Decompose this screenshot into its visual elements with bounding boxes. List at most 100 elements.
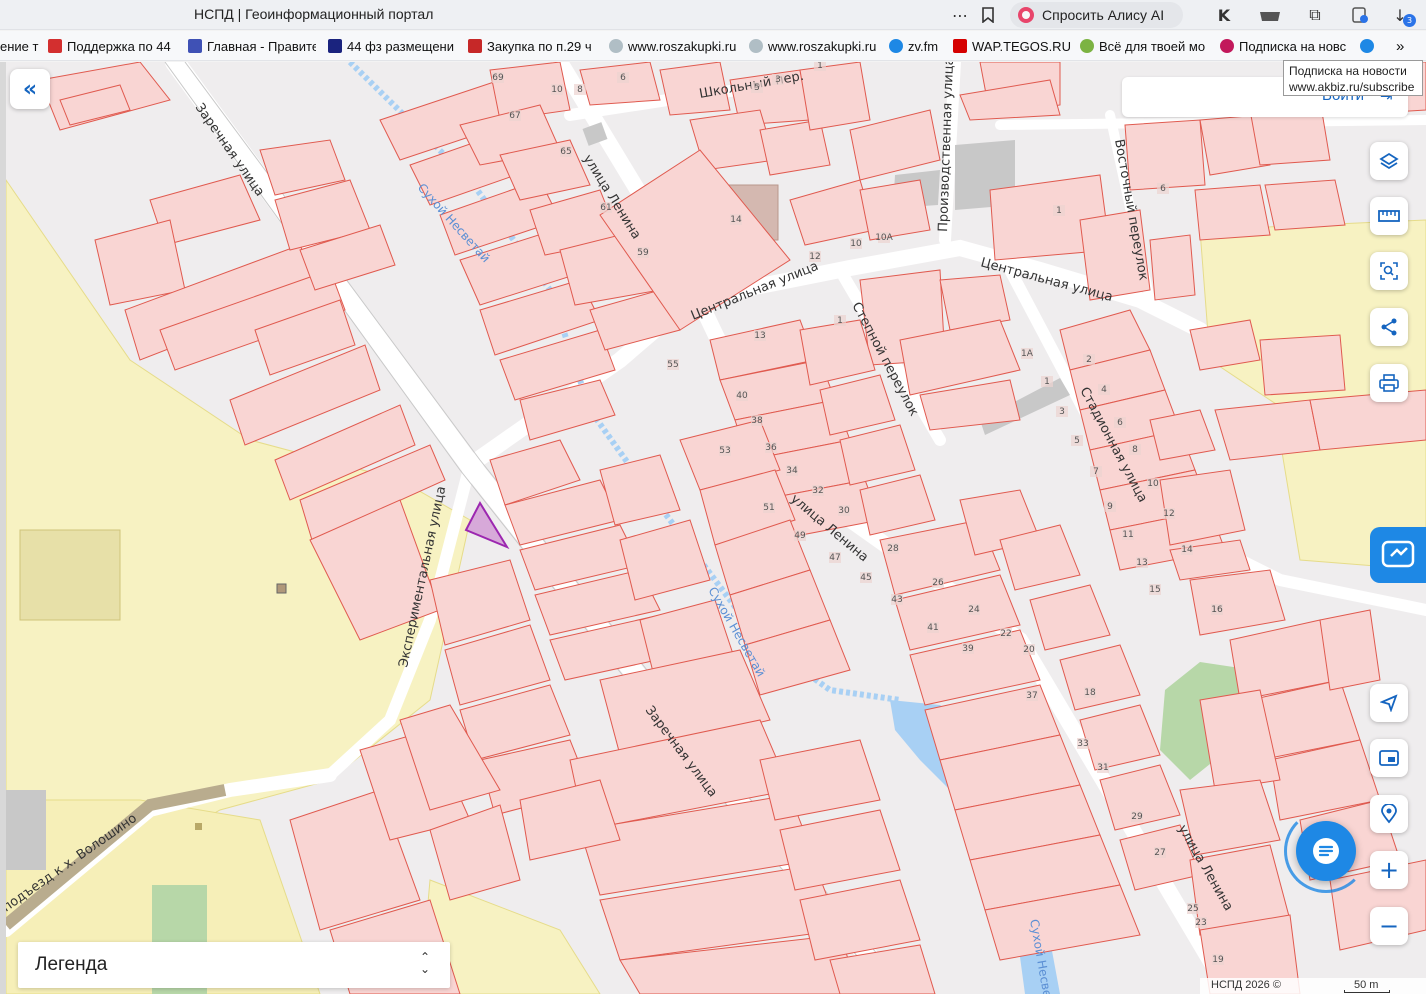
expand-chevron-icon[interactable]: ⌃ ⌄	[420, 951, 430, 975]
house-number: 53	[719, 446, 730, 456]
more-icon[interactable]: ⋯	[950, 4, 970, 26]
parcel[interactable]	[1319, 609, 1381, 691]
house-number: 1	[1056, 206, 1062, 216]
point-marker	[276, 583, 287, 594]
bookmark-item[interactable]	[1360, 36, 1380, 56]
house-number: 26	[932, 578, 944, 588]
share-button[interactable]	[1370, 308, 1408, 346]
ask-alice-label: Спросить Алису AI	[1042, 7, 1165, 23]
parcel[interactable]	[579, 62, 661, 106]
point-marker	[195, 823, 202, 830]
house-number: 31	[1097, 763, 1108, 773]
house-number: 29	[1131, 812, 1143, 822]
bookmark-item[interactable]: ение т	[0, 36, 40, 56]
bookmark-favicon	[468, 39, 482, 53]
feedback-tab[interactable]	[1370, 527, 1426, 583]
parcel[interactable]	[1194, 184, 1271, 241]
extension-icon[interactable]: ⧉	[1303, 4, 1327, 26]
house-number: 41	[927, 623, 938, 633]
hat-icon[interactable]	[1258, 4, 1282, 26]
house-number: 59	[637, 248, 649, 258]
house-number: 8	[577, 85, 583, 95]
navigation-arrow-icon	[1380, 694, 1398, 712]
bookmark-icon[interactable]	[978, 4, 998, 26]
house-number: 67	[509, 111, 520, 121]
house-number: 55	[667, 360, 678, 370]
geolocation-button[interactable]	[1370, 684, 1408, 722]
kinopoisk-icon[interactable]: K	[1212, 4, 1236, 26]
house-number: 14	[730, 215, 742, 225]
parcel[interactable]	[1264, 179, 1346, 231]
bookmark-favicon	[953, 39, 967, 53]
parcel[interactable]	[799, 62, 871, 131]
bookmark-item[interactable]: Главная - Правите	[188, 36, 316, 56]
map-svg[interactable]: Заречная улица Школьный пер. Производств…	[6, 62, 1426, 994]
alice-icon	[1018, 7, 1034, 23]
house-number: 10	[850, 239, 862, 249]
area-search-button[interactable]	[1370, 252, 1408, 290]
bookmark-item[interactable]: WAP.TEGOS.RU	[953, 36, 1073, 56]
legend-panel[interactable]: Легенда ⌃ ⌄	[18, 942, 450, 988]
bookmark-item[interactable]: www.roszakupki.ru	[609, 36, 737, 56]
parcel[interactable]	[1149, 234, 1196, 301]
house-number: 4	[1101, 385, 1107, 395]
bookmarks-overflow-icon[interactable]: »	[1396, 36, 1416, 56]
parcel[interactable]	[1214, 399, 1321, 461]
house-number: 38	[751, 416, 763, 426]
bookmark-tooltip: Подписка на новости www.akbiz.ru/subscri…	[1283, 60, 1423, 96]
house-number: 3	[1059, 407, 1065, 417]
parcel[interactable]	[1124, 119, 1206, 191]
house-number: 1	[1044, 377, 1050, 387]
house-number: 36	[765, 443, 777, 453]
page-title: НСПД | Геоинформационный портал	[194, 6, 434, 22]
map-attribution: НСПД 2026 © 50 m	[1200, 978, 1426, 994]
house-number: 5	[754, 83, 760, 93]
ask-alice-button[interactable]: Спросить Алису AI	[1010, 2, 1183, 28]
bookmark-item[interactable]: Всё для твоей мо	[1080, 36, 1210, 56]
ruler-icon	[1378, 210, 1400, 222]
bookmark-favicon	[188, 39, 202, 53]
measure-button[interactable]	[1370, 197, 1408, 235]
bookmark-item[interactable]: Подписка на новс	[1220, 36, 1350, 56]
house-number: 43	[891, 595, 902, 605]
layers-icon	[1379, 152, 1399, 170]
chat-button[interactable]	[1296, 821, 1356, 881]
print-button[interactable]	[1370, 364, 1408, 402]
locate-search-button[interactable]	[1370, 795, 1408, 833]
location-search-icon	[1381, 804, 1397, 824]
zoom-out-button[interactable]: −	[1370, 907, 1408, 945]
house-number: 23	[1195, 918, 1206, 928]
layers-button[interactable]	[1370, 142, 1408, 180]
collapse-panel-button[interactable]: «	[10, 69, 50, 109]
house-number: 1	[837, 316, 843, 326]
house-number: 9	[1107, 502, 1113, 512]
house-number: 5	[1074, 436, 1080, 446]
house-number: 10	[1147, 479, 1159, 489]
house-number: 30	[838, 506, 850, 516]
shield-icon[interactable]	[1348, 4, 1372, 26]
map-canvas[interactable]: Заречная улица Школьный пер. Производств…	[6, 62, 1426, 994]
bookmark-item[interactable]: 44 фз размещени	[328, 36, 456, 56]
bookmark-favicon	[749, 39, 763, 53]
attribution-text: НСПД 2026 ©	[1211, 979, 1281, 991]
house-number: 16	[1211, 605, 1223, 615]
house-number: 18	[1084, 688, 1096, 698]
bookmark-item[interactable]: Закупка по п.29 ч	[468, 36, 596, 56]
parcel[interactable]	[859, 179, 931, 241]
feedback-icon	[1381, 540, 1415, 568]
search-area-icon	[1380, 262, 1398, 280]
house-number: 15	[1149, 585, 1160, 595]
zoom-in-button[interactable]: +	[1370, 851, 1408, 889]
bookmark-item[interactable]: Поддержка по 44	[48, 36, 178, 56]
minimap-button[interactable]	[1370, 739, 1408, 777]
parcel[interactable]	[1309, 389, 1426, 451]
scale-bar	[1344, 990, 1390, 993]
bookmark-item[interactable]: www.roszakupki.ru	[749, 36, 877, 56]
bookmark-item[interactable]: zv.fm	[889, 36, 949, 56]
house-number: 39	[962, 644, 974, 654]
house-number: 7	[1093, 467, 1099, 477]
legend-label: Легенда	[35, 954, 108, 975]
house-number: 6	[620, 73, 626, 83]
house-number: 51	[763, 503, 774, 513]
parcel[interactable]	[1259, 334, 1346, 396]
